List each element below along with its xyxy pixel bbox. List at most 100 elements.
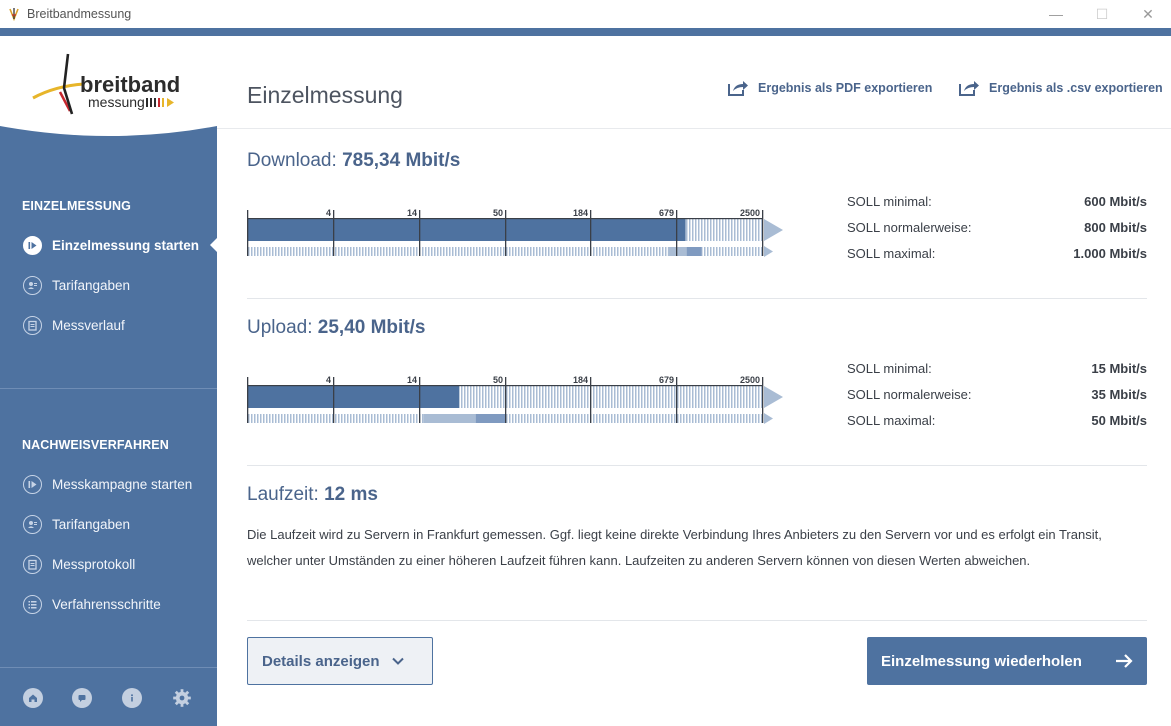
gauge-stripe [665, 247, 667, 256]
gauge-stripe [623, 386, 625, 408]
gauge-stripe [665, 386, 667, 408]
gauge-stripe [602, 386, 604, 408]
gauge-stripe [290, 247, 292, 256]
gauge-stripe [572, 386, 574, 408]
gauge-stripe [515, 247, 517, 256]
gauge-stripe [356, 414, 358, 423]
details-button[interactable]: Details anzeigen [247, 637, 433, 685]
gauge-tick [333, 377, 335, 423]
export-pdf-button[interactable]: Ergebnis als PDF exportieren [727, 79, 932, 97]
gauge-stripe [257, 247, 259, 256]
info-icon[interactable] [122, 688, 142, 708]
gauge-stripe [650, 414, 652, 423]
sidebar-item-tarifangaben[interactable]: Tarifangaben [0, 272, 217, 298]
gauge-stripe [344, 414, 346, 423]
chat-icon[interactable] [72, 688, 92, 708]
download-value: 785,34 Mbit/s [342, 150, 461, 171]
gauge-stripe [659, 414, 661, 423]
gear-icon[interactable] [172, 688, 192, 708]
gauge-stripe [560, 247, 562, 256]
gauge-stripe [572, 247, 574, 256]
gauge-stripe [578, 414, 580, 423]
gauge-stripe [566, 386, 568, 408]
gauge-stripe [608, 247, 610, 256]
gauge-stripe [728, 219, 730, 241]
sidebar-item-messprotokoll[interactable]: Messprotokoll [0, 551, 217, 577]
gauge-stripe [575, 386, 577, 408]
gauge-stripe [314, 247, 316, 256]
gauge-stripe [500, 386, 502, 408]
gauge-stripe [536, 247, 538, 256]
gauge-stripe [509, 414, 511, 423]
gauge-arrow [764, 413, 773, 424]
gauge-stripe [659, 386, 661, 408]
gauge-stripe [716, 414, 718, 423]
gauge-stripe [638, 247, 640, 256]
gauge-stripe [272, 247, 274, 256]
gauge-stripe [587, 414, 589, 423]
close-button[interactable]: ✕ [1125, 0, 1171, 28]
export-csv-button[interactable]: Ergebnis als .csv exportieren [958, 79, 1163, 97]
sidebar-item-messverlauf[interactable]: Messverlauf [0, 312, 217, 338]
gauge-stripe [608, 386, 610, 408]
gauge-stripe [557, 386, 559, 408]
gauge-stripe [593, 414, 595, 423]
gauge-stripe [674, 414, 676, 423]
gauge-stripe [467, 247, 469, 256]
repeat-button-label: Einzelmessung wiederholen [881, 652, 1082, 670]
gauge-stripe [398, 247, 400, 256]
gauge-stripe [707, 386, 709, 408]
gauge-tick-label: 50 [493, 208, 503, 218]
gauge-stripe [662, 247, 664, 256]
gauge-stripe [746, 219, 748, 241]
gauge-stripe [536, 414, 538, 423]
sidebar-item-tarifangaben-nachweis[interactable]: Tarifangaben [0, 511, 217, 537]
gauge-stripe [596, 386, 598, 408]
gauge-stripe [416, 247, 418, 256]
user-card-icon [23, 514, 42, 534]
gauge-stripe [518, 386, 520, 408]
gauge-stripe [602, 414, 604, 423]
gauge-stripe [548, 386, 550, 408]
gauge-stripe [656, 414, 658, 423]
minimize-button[interactable]: — [1033, 0, 1079, 28]
maximize-button[interactable]: ☐ [1079, 0, 1125, 28]
gauge-stripe [317, 414, 319, 423]
soll-label: SOLL normalerweise: [847, 386, 972, 402]
gauge-stripe [692, 386, 694, 408]
gauge-stripe [599, 414, 601, 423]
gauge-stripe [509, 386, 511, 408]
gauge-stripe [389, 247, 391, 256]
sidebar-item-verfahrensschritte[interactable]: Verfahrensschritte [0, 591, 217, 617]
gauge-tick-label: 679 [659, 375, 674, 385]
gauge-stripe [641, 386, 643, 408]
sidebar-item-messkampagne-starten[interactable]: Messkampagne starten [0, 471, 217, 497]
gauge-stripe [275, 414, 277, 423]
gauge-stripe [371, 247, 373, 256]
gauge-stripe [605, 386, 607, 408]
sidebar-item-einzelmessung-starten[interactable]: Einzelmessung starten [0, 232, 217, 258]
gauge-stripe [575, 247, 577, 256]
gauge-stripe [350, 247, 352, 256]
gauge-stripe [299, 247, 301, 256]
gauge-tick-label: 679 [659, 208, 674, 218]
gauge-stripe [491, 386, 493, 408]
gauge-stripe [566, 247, 568, 256]
gauge-tick [676, 377, 678, 423]
gauge-stripe [704, 386, 706, 408]
gauge-stripe [719, 247, 721, 256]
gauge-stripe [428, 247, 430, 256]
gauge-stripe [644, 247, 646, 256]
repeat-measurement-button[interactable]: Einzelmessung wiederholen [867, 637, 1147, 685]
gauge-stripe [434, 247, 436, 256]
gauge-stripe [734, 414, 736, 423]
gauge-stripe [560, 414, 562, 423]
gauge-stripe [362, 414, 364, 423]
gauge-stripe [581, 386, 583, 408]
gauge-stripe [581, 247, 583, 256]
gauge-stripe [269, 247, 271, 256]
gauge-stripe [620, 414, 622, 423]
gauge-stripe [680, 386, 682, 408]
gauge-stripe [263, 247, 265, 256]
home-icon[interactable] [23, 688, 43, 708]
